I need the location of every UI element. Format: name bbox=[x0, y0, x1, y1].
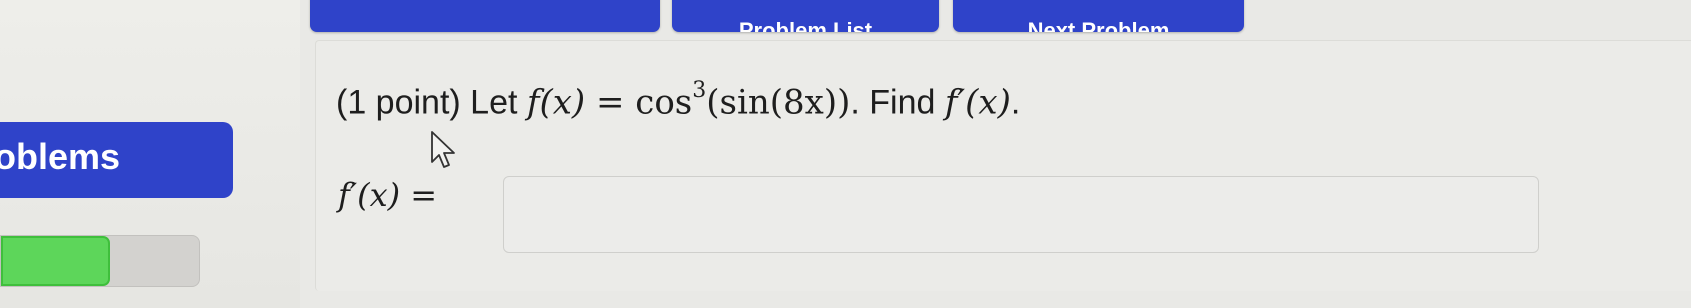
equals-sign: = bbox=[585, 82, 636, 123]
inner-expression: (sin(8x)) bbox=[706, 82, 851, 123]
answer-label: f′(x) = bbox=[338, 176, 437, 214]
exponent: 3 bbox=[692, 78, 707, 103]
find-text: . Find bbox=[850, 83, 945, 122]
problem-list-button[interactable]: Problem List bbox=[672, 0, 939, 32]
derivative-name: f′(x) bbox=[944, 82, 1011, 123]
statement-end: . bbox=[1010, 83, 1021, 122]
problem-statement: (1 point) Let f(x) = cos3(sin(8x)). Find… bbox=[336, 78, 1021, 123]
cos-function: cos bbox=[635, 82, 693, 123]
progress-bar-fill bbox=[1, 236, 110, 286]
progress-bar bbox=[0, 235, 200, 287]
answer-label-text: f′(x) = bbox=[338, 176, 438, 214]
next-problem-button-label: Next Problem bbox=[1027, 18, 1170, 32]
function-name: f(x) bbox=[526, 82, 586, 123]
problem-panel bbox=[315, 40, 1691, 291]
nav-button-previous[interactable] bbox=[310, 0, 660, 32]
problem-list-button-label: Problem List bbox=[738, 18, 873, 32]
problems-button-label: oblems bbox=[0, 136, 121, 177]
problem-points-text: (1 point) Let bbox=[336, 83, 527, 122]
arrow-pointer-icon bbox=[431, 131, 455, 168]
answer-input[interactable] bbox=[503, 176, 1539, 253]
next-problem-button[interactable]: Next Problem bbox=[953, 0, 1244, 32]
problems-button[interactable]: oblems bbox=[0, 122, 233, 198]
